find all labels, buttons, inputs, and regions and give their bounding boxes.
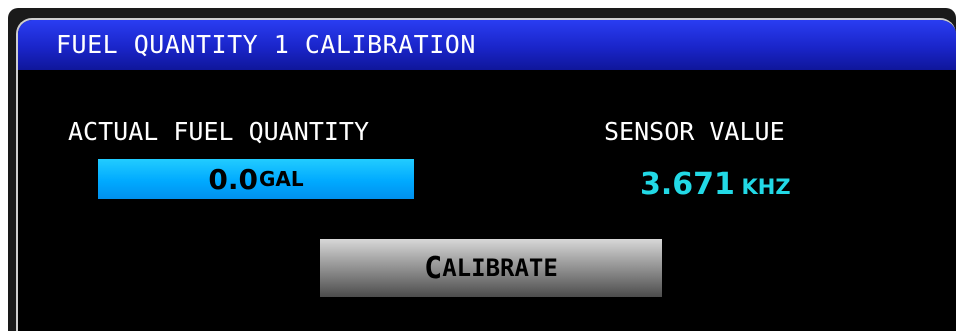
calibrate-button[interactable]: C ALIBRATE [320, 239, 662, 297]
sensor-value-unit: KHZ [741, 175, 791, 199]
actual-fuel-quantity-field[interactable]: 0.0 GAL [98, 159, 414, 199]
calibrate-button-label-initial: C [424, 250, 443, 286]
title-bar: FUEL QUANTITY 1 CALIBRATION [18, 20, 956, 70]
actual-fuel-quantity-label: ACTUAL FUEL QUANTITY [68, 117, 370, 146]
sensor-value-readout: 3.671 KHZ [640, 167, 791, 202]
sensor-value-label: SENSOR VALUE [604, 117, 785, 146]
sensor-value-number: 3.671 [640, 167, 735, 202]
actual-fuel-quantity-unit: GAL [258, 167, 304, 191]
window-title: FUEL QUANTITY 1 CALIBRATION [56, 30, 476, 59]
calibrate-button-label-rest: ALIBRATE [442, 254, 558, 282]
calibration-window: FUEL QUANTITY 1 CALIBRATION ACTUAL FUEL … [16, 18, 956, 331]
actual-fuel-quantity-value: 0.0 [208, 162, 258, 196]
